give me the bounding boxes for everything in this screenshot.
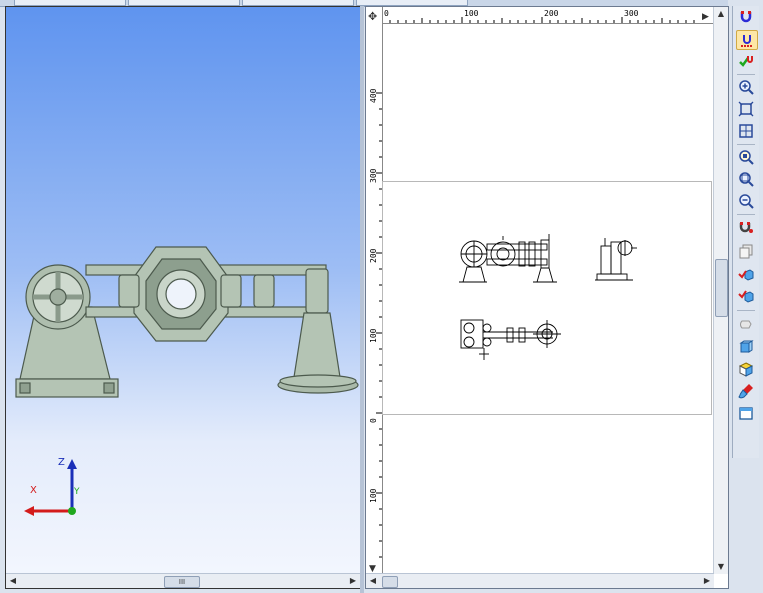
pane-splitter[interactable] — [360, 6, 364, 593]
ruler-tick-200: 200 — [544, 9, 559, 18]
magnet-red-icon[interactable] — [736, 218, 756, 236]
coordinate-triad: Z X Y — [20, 455, 90, 525]
axis-z-label: Z — [58, 457, 65, 468]
ruler-tick-400: 400 — [369, 88, 378, 103]
ruler-tick-200: 200 — [369, 248, 378, 263]
horizontal-ruler: ▶ 0 100 200 300 — [366, 7, 714, 24]
vertical-ruler: ✥ ▼ 400 300 200 100 0 100 — [366, 7, 383, 574]
magnet-snap-icon[interactable] — [736, 8, 756, 26]
ruler-tick-300: 300 — [369, 168, 378, 183]
axis-y-label: Y — [74, 487, 80, 497]
model-hscrollbar[interactable]: ◀ III ▶ — [6, 573, 360, 588]
check-cube-2-icon[interactable] — [736, 288, 756, 306]
drawing-scroll-thumb[interactable] — [382, 576, 398, 588]
model-viewport[interactable]: Z X Y ◀ III ▶ — [5, 6, 361, 589]
ruler-tick-300: 300 — [624, 9, 639, 18]
scroll-right-button[interactable]: ▶ — [346, 574, 360, 588]
window-icon[interactable] — [736, 404, 756, 422]
check-magnet-icon[interactable] — [736, 52, 756, 70]
scroll-up-button[interactable]: ▲ — [714, 7, 728, 21]
ruler-tick-100: 100 — [369, 328, 378, 343]
zoom-prev-icon[interactable] — [736, 170, 756, 188]
hand-icon[interactable] — [736, 314, 756, 332]
brush-icon[interactable] — [736, 382, 756, 400]
svg-text:✥: ✥ — [368, 10, 377, 23]
ruler-tick-0: 0 — [369, 418, 378, 423]
scroll-left-button[interactable]: ◀ — [6, 574, 20, 588]
drawing-hscrollbar[interactable]: ◀ ▶ — [366, 573, 714, 588]
copy-sheets-icon[interactable] — [736, 242, 756, 260]
ruler-tick-100: 100 — [464, 9, 479, 18]
scroll-down-button[interactable]: ▼ — [714, 560, 728, 574]
zoom-window-icon[interactable] — [736, 122, 756, 140]
drawing-sheet[interactable] — [382, 181, 712, 415]
zoom-in-icon[interactable] — [736, 78, 756, 96]
cube-front-icon[interactable] — [736, 338, 756, 356]
scroll-thumb[interactable]: III — [164, 576, 200, 588]
svg-text:▶: ▶ — [702, 12, 709, 22]
check-cube-icon[interactable] — [736, 266, 756, 284]
drawing-vscrollbar[interactable]: ▲ ▼ — [713, 7, 728, 574]
axis-x-label: X — [30, 485, 37, 496]
drawing-viewport[interactable]: ▶ 0 100 200 300 ✥ ▼ 400 300 200 100 0 10… — [365, 6, 729, 589]
pin-magnet-icon[interactable] — [736, 30, 758, 50]
ruler-tick-0: 0 — [384, 9, 389, 18]
zoom-fit-icon[interactable] — [736, 100, 756, 118]
view-toolbar — [732, 6, 759, 458]
ruler-tick-neg100: 100 — [369, 488, 378, 503]
vertical-scroll-thumb[interactable] — [715, 259, 728, 317]
zoom-out-icon[interactable] — [736, 192, 756, 210]
drawing-scroll-right-button[interactable]: ▶ — [700, 574, 714, 588]
zoom-page-icon[interactable] — [736, 148, 756, 166]
cube-iso-icon[interactable] — [736, 360, 756, 378]
drawing-scroll-left-button[interactable]: ◀ — [366, 574, 380, 588]
